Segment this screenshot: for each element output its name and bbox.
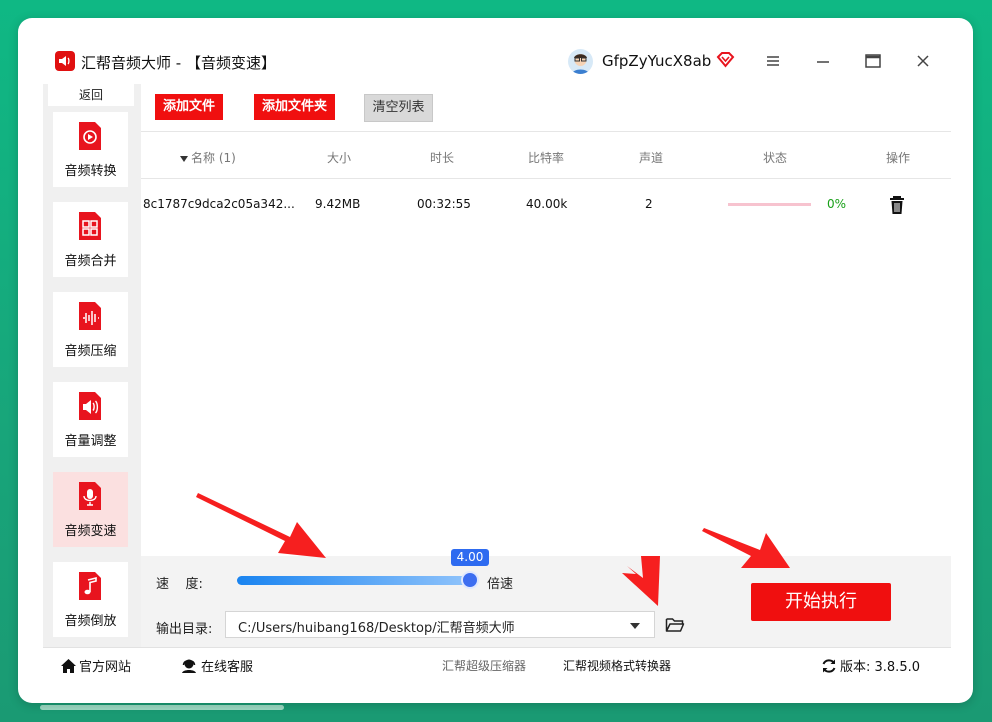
cell-channels: 2 — [645, 197, 653, 211]
output-dir-label: 输出目录: — [156, 622, 213, 637]
column-header-duration: 时长 — [430, 151, 455, 165]
taskbar-strip — [40, 705, 284, 710]
sidebar-item-audio-speed[interactable]: 音频变速 — [53, 472, 128, 547]
output-dir-value: C:/Users/huibang168/Desktop/汇帮音频大师 — [238, 621, 515, 636]
column-header-status: 状态 — [763, 151, 788, 165]
audio-reverse-icon — [77, 572, 103, 600]
cell-size: 9.42MB — [315, 197, 361, 211]
clear-list-button[interactable]: 清空列表 — [364, 94, 433, 122]
header-divider — [141, 178, 951, 179]
speed-label: 速 度: — [156, 577, 203, 592]
version-info: 版本: 3.8.5.0 — [821, 656, 920, 678]
file-table — [141, 131, 951, 557]
progress-percent: 0% — [827, 197, 847, 211]
back-button[interactable]: 返回 — [48, 84, 134, 106]
sidebar-item-label: 音频合并 — [64, 254, 117, 269]
maximize-icon[interactable] — [863, 51, 883, 71]
cell-bitrate: 40.00k — [526, 197, 568, 211]
audio-merge-icon — [77, 212, 103, 240]
sidebar-item-audio-compress[interactable]: 音频压缩 — [53, 292, 128, 367]
speed-slider-track[interactable] — [237, 576, 469, 585]
sidebar-item-label: 音频压缩 — [64, 344, 117, 359]
add-folder-button[interactable]: 添加文件夹 — [254, 94, 335, 120]
window-title: 汇帮音频大师 - 【音频变速】 — [81, 54, 276, 72]
column-header-bitrate: 比特率 — [528, 151, 565, 165]
online-support-link[interactable]: 在线客服 — [181, 656, 253, 678]
speed-value-tooltip: 4.00 — [451, 549, 489, 566]
title-bar: 汇帮音频大师 - 【音频变速】 GfpZyYucX8ab — [18, 18, 973, 84]
support-headset-icon — [181, 658, 197, 678]
volume-adjust-icon — [77, 392, 103, 420]
column-header-name-label: 名称 (1) — [191, 151, 236, 165]
cell-duration: 00:32:55 — [417, 197, 471, 211]
sidebar-item-label: 音量调整 — [64, 434, 117, 449]
app-window: 汇帮音频大师 - 【音频变速】 GfpZyYucX8ab 返回 音频转换 音频合… — [18, 18, 973, 703]
audio-convert-icon — [77, 122, 103, 150]
super-compressor-link[interactable]: 汇帮超级压缩器 — [442, 657, 526, 674]
sidebar-item-audio-merge[interactable]: 音频合并 — [53, 202, 128, 277]
progress-bar — [728, 203, 811, 206]
home-icon — [60, 658, 77, 678]
delete-icon[interactable] — [888, 195, 906, 219]
sidebar-item-audio-convert[interactable]: 音频转换 — [53, 112, 128, 187]
chevron-down-icon — [630, 623, 640, 629]
online-support-label: 在线客服 — [201, 660, 254, 675]
speed-unit-label: 倍速 — [487, 577, 514, 592]
sidebar-item-volume-adjust[interactable]: 音量调整 — [53, 382, 128, 457]
column-header-action: 操作 — [886, 151, 911, 165]
sidebar-item-label: 音频变速 — [64, 524, 117, 539]
video-converter-link[interactable]: 汇帮视频格式转换器 — [563, 657, 671, 674]
footer-divider — [43, 647, 951, 648]
column-header-size: 大小 — [327, 151, 352, 165]
user-avatar[interactable] — [568, 49, 593, 74]
official-website-link[interactable]: 官方网站 — [60, 656, 131, 678]
column-header-channels: 声道 — [639, 151, 664, 165]
close-icon[interactable] — [913, 51, 933, 71]
open-folder-icon[interactable] — [665, 616, 685, 638]
minimize-icon[interactable] — [813, 51, 833, 71]
vip-diamond-icon[interactable] — [716, 51, 735, 73]
official-website-label: 官方网站 — [79, 660, 132, 675]
column-header-name[interactable]: 名称 (1) — [180, 149, 236, 166]
username[interactable]: GfpZyYucX8ab — [602, 52, 711, 70]
audio-compress-icon — [77, 302, 103, 330]
menu-icon[interactable] — [763, 51, 783, 71]
start-button[interactable]: 开始执行 — [751, 583, 891, 621]
app-logo-icon — [55, 51, 75, 71]
sidebar-item-label: 音频转换 — [64, 164, 117, 179]
sidebar-item-audio-reverse[interactable]: 音频倒放 — [53, 562, 128, 637]
add-file-button[interactable]: 添加文件 — [155, 94, 223, 120]
speed-slider-thumb[interactable] — [461, 571, 479, 589]
sort-down-icon — [180, 155, 188, 162]
refresh-icon[interactable] — [821, 658, 837, 678]
audio-speed-icon — [77, 482, 103, 510]
sidebar-item-label: 音频倒放 — [64, 614, 117, 629]
cell-name: 8c1787c9dca2c05a342... — [143, 197, 295, 211]
output-dir-select[interactable]: C:/Users/huibang168/Desktop/汇帮音频大师 — [225, 611, 655, 638]
version-label: 版本: 3.8.5.0 — [840, 660, 920, 675]
